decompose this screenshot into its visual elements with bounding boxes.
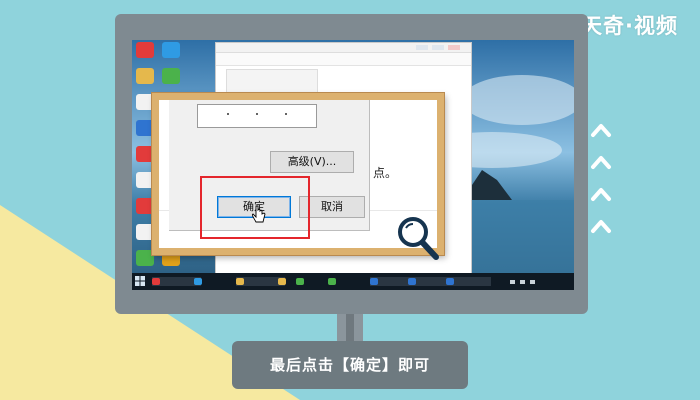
background-window-text: 点。 [373,166,398,180]
taskbar [132,273,574,290]
watermark-logo: 天奇·视频 [581,14,678,38]
chevron-up-icon [591,124,611,137]
window-control[interactable] [416,45,428,50]
desktop-shortcut[interactable] [162,68,180,84]
ip-separator [227,113,229,115]
windows-start-icon[interactable] [135,276,145,286]
advanced-button[interactable]: 高级(V)... [270,151,354,173]
tray-icon[interactable] [510,280,515,284]
chevron-up-icon [591,188,611,201]
ip-separator [285,113,287,115]
tray-icon[interactable] [520,280,525,284]
ip-separator [256,113,258,115]
desktop-shortcut[interactable] [136,42,154,58]
chevron-up-icon [591,220,611,233]
ip-address-field[interactable] [197,104,317,128]
window-control[interactable] [448,45,460,50]
window-control[interactable] [432,45,444,50]
chevron-group [590,120,612,248]
address-bar[interactable] [216,53,471,66]
taskbar-app[interactable] [296,277,331,286]
desktop-shortcut[interactable] [136,68,154,84]
cursor-icon [252,205,266,223]
chevron-up-icon [591,156,611,169]
desktop-shortcut[interactable] [162,42,180,58]
magnifier-icon [398,217,439,260]
subtitle-caption: 最后点击【确定】即可 [269,356,430,374]
taskbar-app[interactable] [446,277,491,286]
tray-icon[interactable] [530,280,535,284]
